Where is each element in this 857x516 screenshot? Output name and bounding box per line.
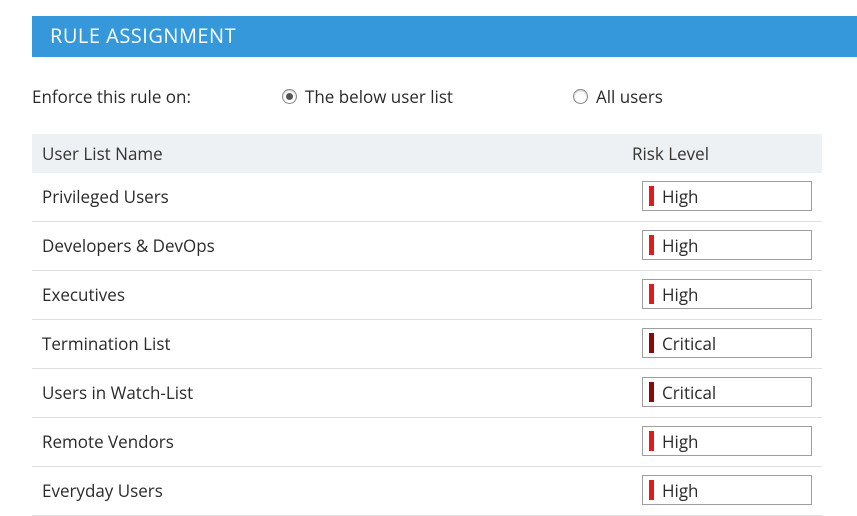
- risk-marker-icon: [649, 480, 654, 500]
- cell-risk-level: High: [642, 426, 812, 456]
- risk-level-text: Critical: [662, 381, 716, 404]
- cell-user-list-name: Everyday Users: [42, 479, 642, 502]
- radio-below-user-list[interactable]: The below user list: [282, 85, 453, 108]
- table-row: Remote Vendors High: [32, 418, 822, 467]
- risk-level-text: High: [662, 185, 698, 208]
- radio-all-users[interactable]: All users: [573, 85, 663, 108]
- col-header-name: User List Name: [42, 142, 632, 165]
- risk-marker-icon: [649, 235, 654, 255]
- col-header-risk: Risk Level: [632, 142, 812, 165]
- header-title: RULE ASSIGNMENT: [50, 22, 236, 49]
- risk-level-select[interactable]: Critical: [642, 328, 812, 358]
- radio-icon: [573, 89, 588, 104]
- cell-risk-level: High: [642, 279, 812, 309]
- table-header-row: User List Name Risk Level: [32, 134, 822, 173]
- risk-level-select[interactable]: High: [642, 426, 812, 456]
- cell-risk-level: Critical: [642, 377, 812, 407]
- cell-risk-level: Critical: [642, 328, 812, 358]
- risk-level-text: High: [662, 234, 698, 257]
- radio-icon: [282, 89, 297, 104]
- table-row: Termination List Critical: [32, 320, 822, 369]
- radio-all-users-label: All users: [596, 85, 663, 108]
- enforce-label: Enforce this rule on:: [32, 85, 282, 108]
- table-body: Privileged Users High Developers & DevOps H…: [32, 173, 822, 516]
- table-row: Privileged Users High: [32, 173, 822, 222]
- risk-level-text: High: [662, 283, 698, 306]
- table-row: Developers & DevOps High: [32, 222, 822, 271]
- risk-marker-icon: [649, 382, 654, 402]
- risk-marker-icon: [649, 284, 654, 304]
- user-list-table: User List Name Risk Level Privileged Use…: [32, 134, 822, 516]
- risk-level-select[interactable]: High: [642, 181, 812, 211]
- table-row: Users in Watch-List Critical: [32, 369, 822, 418]
- cell-user-list-name: Executives: [42, 283, 642, 306]
- radio-below-user-list-label: The below user list: [305, 85, 453, 108]
- cell-risk-level: High: [642, 475, 812, 505]
- risk-level-text: High: [662, 430, 698, 453]
- risk-marker-icon: [649, 333, 654, 353]
- risk-level-text: High: [662, 479, 698, 502]
- risk-marker-icon: [649, 431, 654, 451]
- cell-user-list-name: Privileged Users: [42, 185, 642, 208]
- table-row: Executives High: [32, 271, 822, 320]
- cell-user-list-name: Developers & DevOps: [42, 234, 642, 257]
- cell-user-list-name: Remote Vendors: [42, 430, 642, 453]
- risk-level-select[interactable]: Critical: [642, 377, 812, 407]
- cell-user-list-name: Termination List: [42, 332, 642, 355]
- cell-risk-level: High: [642, 181, 812, 211]
- rule-assignment-header: RULE ASSIGNMENT: [32, 16, 857, 57]
- table-row: Everyday Users High: [32, 467, 822, 516]
- cell-risk-level: High: [642, 230, 812, 260]
- cell-user-list-name: Users in Watch-List: [42, 381, 642, 404]
- risk-level-select[interactable]: High: [642, 230, 812, 260]
- risk-level-text: Critical: [662, 332, 716, 355]
- risk-level-select[interactable]: High: [642, 475, 812, 505]
- risk-marker-icon: [649, 186, 654, 206]
- risk-level-select[interactable]: High: [642, 279, 812, 309]
- enforce-row: Enforce this rule on: The below user lis…: [0, 85, 857, 134]
